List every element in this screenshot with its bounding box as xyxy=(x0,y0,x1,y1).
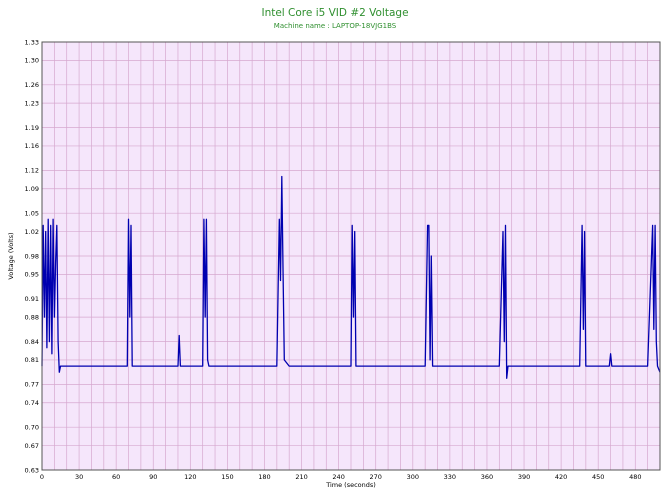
x-tick-label: 390 xyxy=(518,473,530,481)
y-tick-label: 1.02 xyxy=(25,228,39,236)
chart-title: Intel Core i5 VID #2 Voltage xyxy=(261,7,408,19)
x-tick-label: 450 xyxy=(592,473,604,481)
x-tick-label: 420 xyxy=(555,473,567,481)
y-tick-label: 1.09 xyxy=(25,185,39,193)
x-axis-ticks: 0 30 60 90 120 150 180 210 240 270 300 330 360 390 420… xyxy=(40,473,642,481)
y-tick-label: 1.19 xyxy=(25,124,39,132)
y-tick-label: 0.88 xyxy=(25,313,39,321)
x-axis-label: Time (seconds) xyxy=(325,481,376,489)
x-tick-label: 480 xyxy=(629,473,641,481)
x-tick-label: 300 xyxy=(407,473,419,481)
x-tick-label: 180 xyxy=(258,473,270,481)
y-tick-label: 1.05 xyxy=(25,210,39,218)
y-tick-label: 0.77 xyxy=(25,381,39,389)
chart-subtitle: Machine name : LAPTOP-18VJG1BS xyxy=(274,22,397,30)
y-tick-label: 0.91 xyxy=(25,295,39,303)
y-axis-ticks: 0.63 0.67 0.70 0.74 0.77 0.81 0.84 0.88 0.91 0.95… xyxy=(25,38,39,474)
x-tick-label: 330 xyxy=(444,473,456,481)
voltage-line-chart: Intel Core i5 VID #2 Voltage Machine nam… xyxy=(7,7,661,489)
x-tick-label: 120 xyxy=(184,473,196,481)
y-tick-label: 0.70 xyxy=(25,424,39,432)
x-tick-label: 90 xyxy=(149,473,157,481)
y-tick-label: 0.63 xyxy=(25,466,39,474)
y-tick-label: 0.74 xyxy=(25,399,39,407)
y-tick-label: 0.67 xyxy=(25,442,39,450)
y-tick-label: 1.16 xyxy=(25,142,39,150)
y-tick-label: 0.84 xyxy=(25,338,39,346)
x-tick-label: 240 xyxy=(332,473,344,481)
x-tick-label: 210 xyxy=(295,473,307,481)
y-tick-label: 1.23 xyxy=(25,99,39,107)
x-tick-label: 0 xyxy=(40,473,44,481)
y-tick-label: 0.95 xyxy=(25,271,39,279)
y-axis-label: Voltage (Volts) xyxy=(7,232,15,279)
x-tick-label: 60 xyxy=(112,473,120,481)
x-tick-label: 150 xyxy=(221,473,233,481)
x-tick-label: 270 xyxy=(370,473,382,481)
y-tick-label: 1.33 xyxy=(25,38,39,46)
x-tick-label: 360 xyxy=(481,473,493,481)
y-tick-label: 0.81 xyxy=(25,356,39,364)
y-tick-label: 1.12 xyxy=(25,167,39,175)
y-tick-label: 1.26 xyxy=(25,81,39,89)
x-tick-label: 30 xyxy=(75,473,83,481)
y-tick-label: 1.30 xyxy=(25,57,39,65)
y-tick-label: 0.98 xyxy=(25,252,39,260)
